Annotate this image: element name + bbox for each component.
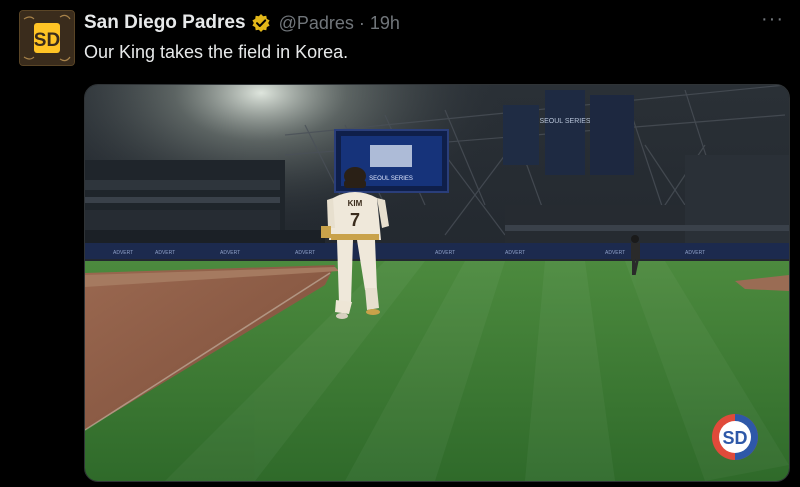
svg-text:ADVERT: ADVERT [220,250,240,256]
player-number: 7 [350,210,360,230]
separator-dot: · [358,12,365,33]
jumbotron-title: SEOUL SERIES [369,176,413,182]
author-name[interactable]: San Diego Padres [84,12,246,34]
svg-text:ADVERT: ADVERT [685,250,705,256]
author-handle[interactable]: @Padres [279,13,354,34]
tweet-header: San Diego Padres @Padres · 19h [84,12,400,34]
svg-text:SD: SD [722,428,747,448]
padres-logo-watermark-icon: SD [711,413,759,461]
svg-text:ADVERT: ADVERT [605,250,625,256]
more-options-icon[interactable]: ··· [761,8,784,31]
timestamp[interactable]: 19h [370,13,400,34]
padres-avatar[interactable]: SD [19,10,75,66]
tweet-media-image[interactable]: SEOUL SERIES SEOUL SERIES ADVERT ADVERT … [84,84,790,482]
banner-text: SEOUL SERIES [539,118,590,125]
svg-text:ADVERT: ADVERT [113,250,133,256]
svg-text:SD: SD [34,30,60,51]
tweet[interactable]: SD San Diego Padres @Padres · 19h ··· Ou… [0,0,800,487]
svg-text:ADVERT: ADVERT [295,250,315,256]
svg-text:ADVERT: ADVERT [155,250,175,256]
svg-text:ADVERT: ADVERT [435,250,455,256]
player-name: KIM [348,199,363,208]
svg-text:ADVERT: ADVERT [505,250,525,256]
tweet-text: Our King takes the field in Korea. [84,42,349,62]
stadium-scene: SEOUL SERIES SEOUL SERIES ADVERT ADVERT … [85,85,789,481]
verified-badge-icon [251,13,271,33]
